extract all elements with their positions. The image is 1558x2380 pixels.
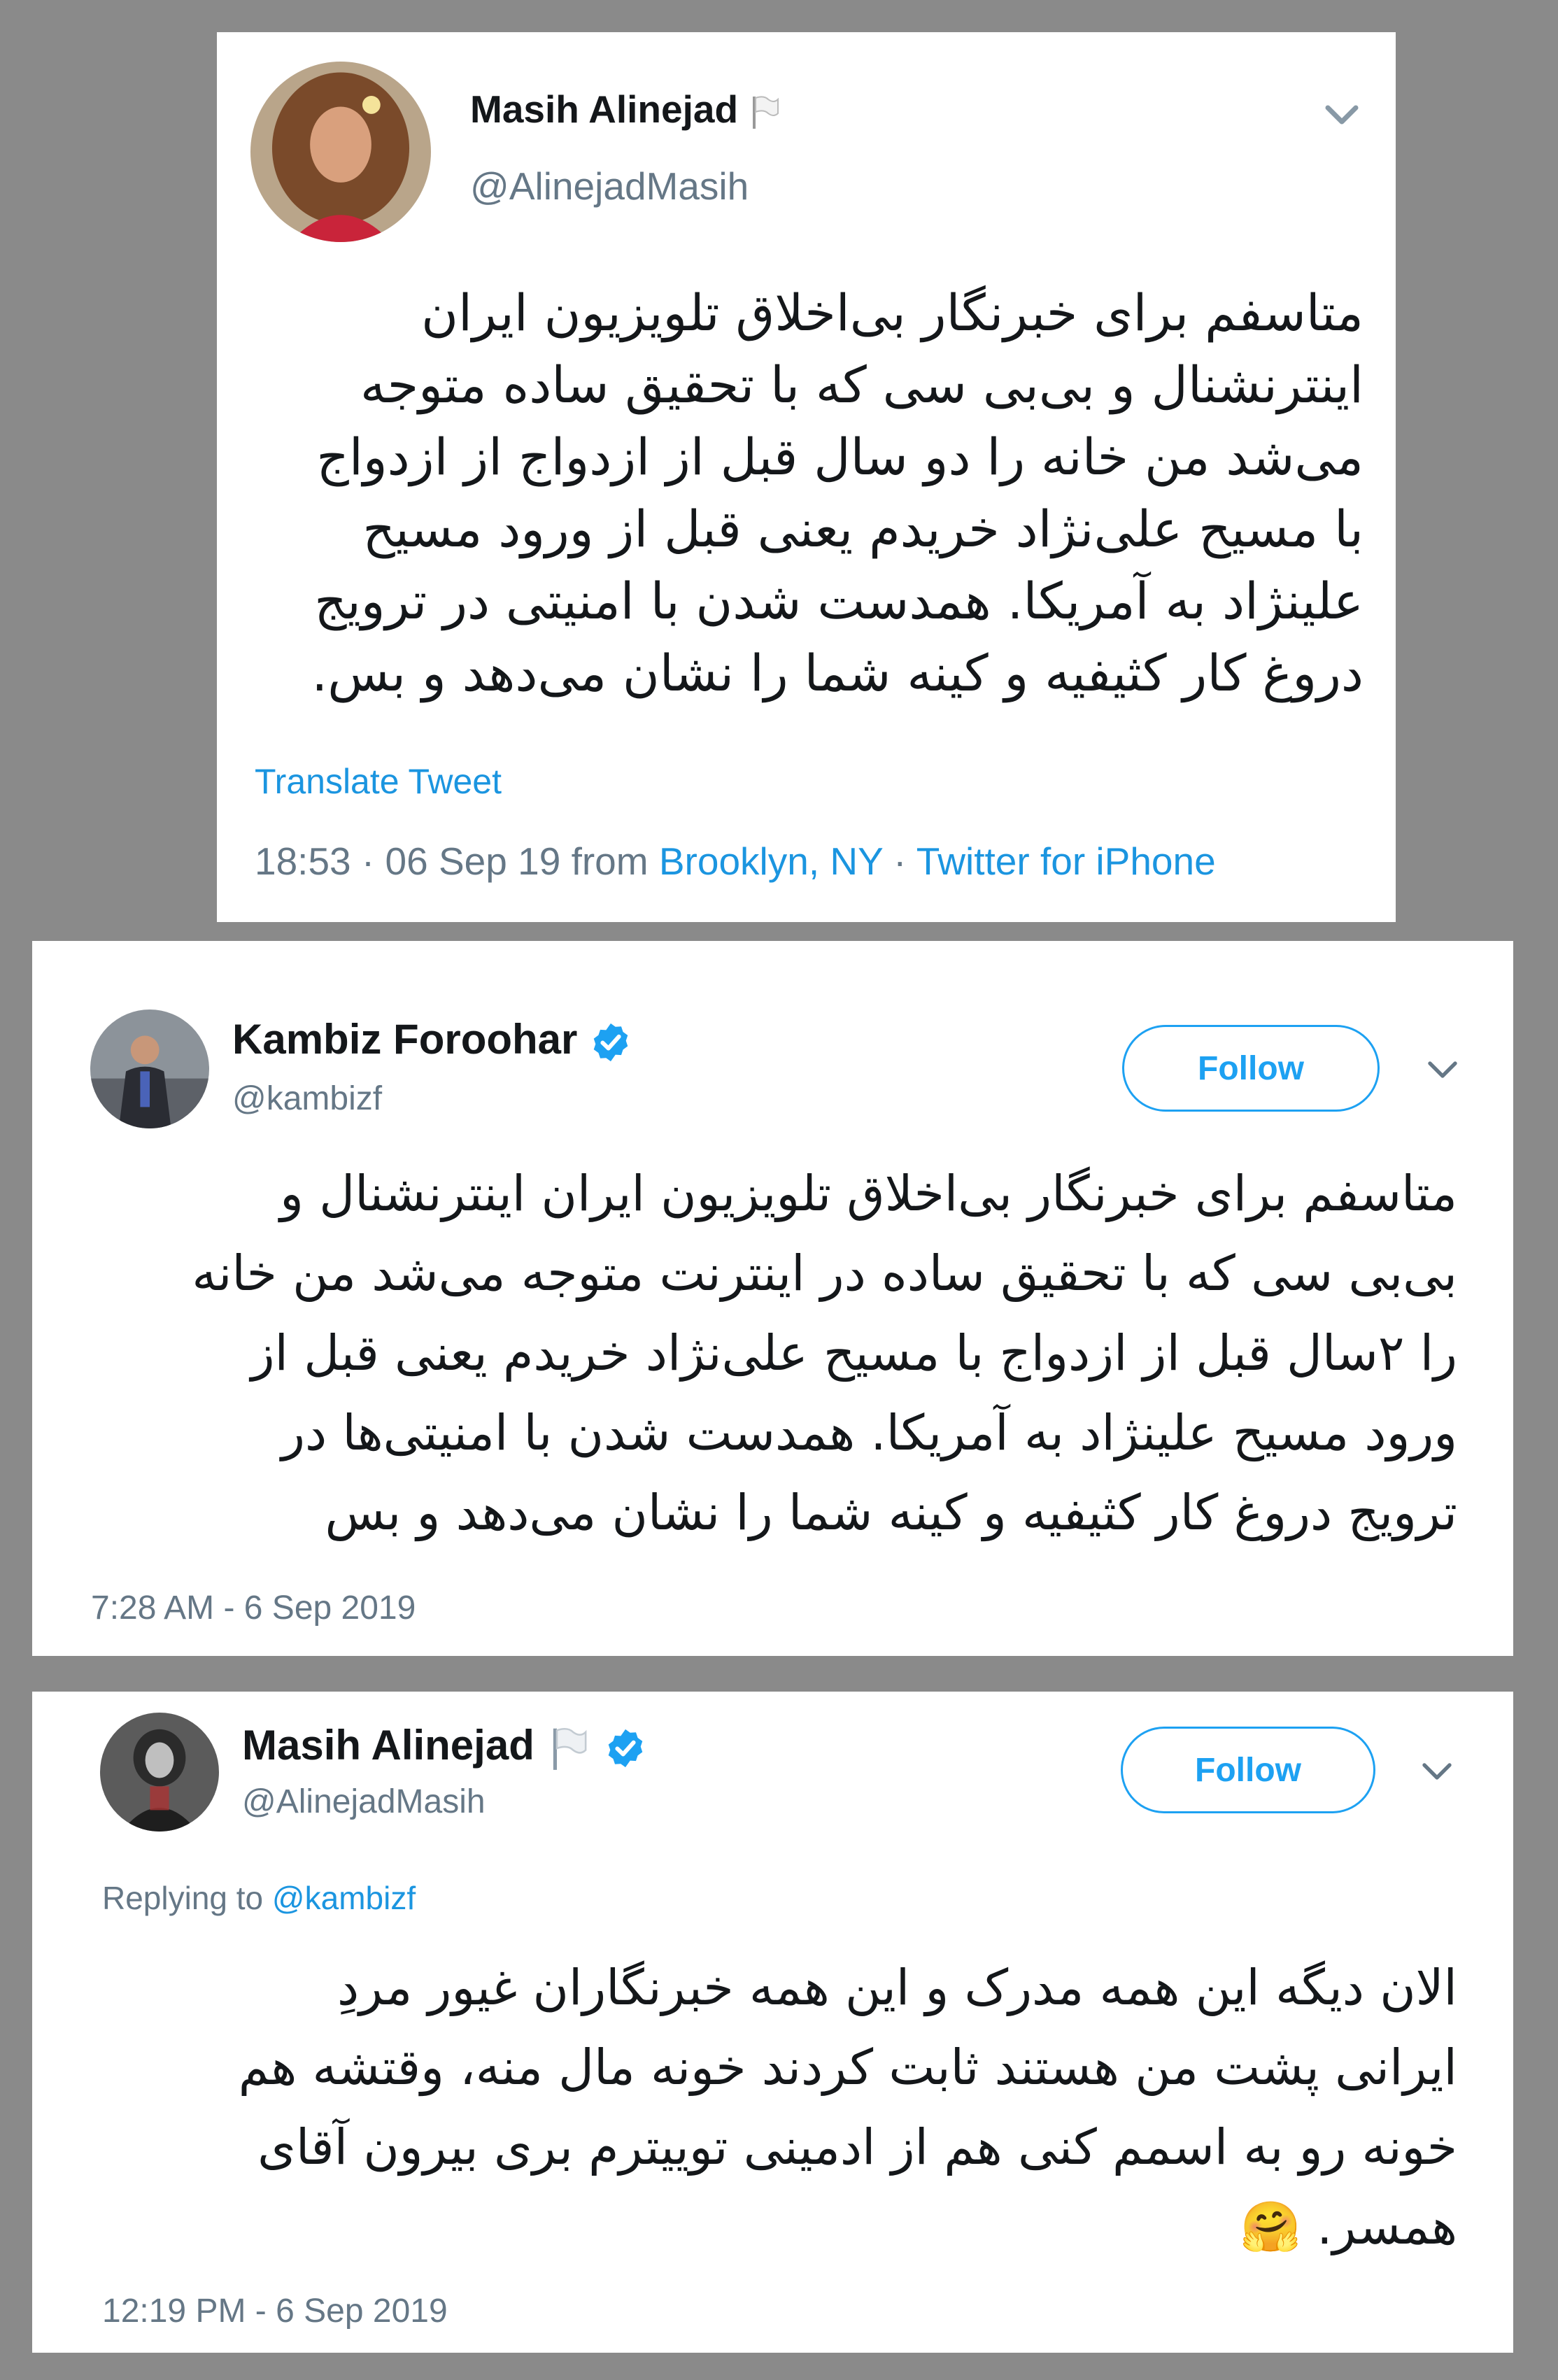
tweet-timestamp[interactable]: 7:28 AM - 6 Sep 2019 — [91, 1589, 416, 1627]
tweet-text-line: با مسیح علی‌نژاد خریدم یعنی قبل از ورود … — [362, 500, 1364, 558]
white-flag-icon — [753, 96, 779, 129]
chevron-down-icon[interactable] — [1424, 1057, 1461, 1082]
tweet-card-1: Masih Alinejad @AlinejadMasih متاسفم برا… — [217, 32, 1396, 922]
tweet-text-line: ترویج دروغ کار کثیفیه و کینه شما را نشان… — [325, 1484, 1457, 1541]
chevron-down-icon[interactable] — [1419, 1759, 1455, 1784]
avatar[interactable] — [250, 62, 431, 242]
follow-button[interactable]: Follow — [1121, 1727, 1375, 1813]
replying-to-label: Replying to — [102, 1880, 272, 1916]
tweet-text-line: متاسفم برای خبرنگار بی‌اخلاق تلویزیون ای… — [280, 1165, 1457, 1222]
tweet-text-line: ورود مسیح علینژاد به آمریکا. همدست شدن ب… — [281, 1404, 1457, 1461]
white-flag-icon — [553, 1728, 586, 1771]
verified-badge-icon — [593, 1023, 628, 1062]
tweet-text-line: را ۲سال قبل از ازدواج با مسیح علی‌نژاد خ… — [250, 1324, 1457, 1382]
avatar[interactable] — [90, 1010, 209, 1128]
tweet-text-line: خونه رو به اسمم کنی هم از ادمینی توییترم… — [257, 2118, 1457, 2176]
author-name-row: Masih Alinejad — [470, 87, 782, 132]
author-name[interactable]: Kambiz Foroohar — [232, 1016, 577, 1063]
tweet-text-line: اینترنشنال و بی‌بی سی که با تحقیق ساده م… — [360, 355, 1364, 414]
author-name[interactable]: Masih Alinejad — [470, 87, 738, 131]
tweet-body: متاسفم برای خبرنگار بی‌اخلاق تلویزیون ای… — [192, 1154, 1457, 1552]
tweet-body: متاسفم برای خبرنگار بی‌اخلاق تلویزیون ای… — [311, 277, 1364, 709]
avatar-photo — [90, 1010, 209, 1128]
chevron-down-icon[interactable] — [1322, 101, 1361, 129]
translate-tweet-link[interactable]: Translate Tweet — [255, 761, 502, 802]
tweet-text-line: الان دیگه این همه مدرک و این همه خبرنگار… — [337, 1959, 1457, 2016]
replying-to-row: Replying to @kambizf — [102, 1879, 416, 1917]
tweet-timestamp: 18:53 · 06 Sep 19 from — [255, 840, 659, 883]
tweet-text-line: علینژاد به آمریکا. همدست شدن با امنیتی د… — [314, 572, 1364, 630]
author-handle[interactable]: @AlinejadMasih — [470, 164, 749, 208]
tweet-text-line: می‌شد من خانه را دو سال قبل از ازدواج از… — [316, 427, 1364, 486]
separator: · — [882, 840, 916, 883]
avatar-photo — [250, 62, 431, 242]
tweet-text-line: بی‌بی سی که با تحقیق ساده در اینترنت متو… — [192, 1245, 1457, 1302]
tweet-card-3: Masih Alinejad @AlinejadMasih Follow Rep… — [32, 1692, 1513, 2353]
author-name-row: Masih Alinejad — [242, 1721, 647, 1773]
author-handle[interactable]: @AlinejadMasih — [242, 1783, 486, 1821]
replying-to-link[interactable]: @kambizf — [272, 1880, 416, 1916]
author-handle[interactable]: @kambizf — [232, 1079, 382, 1118]
avatar-photo — [100, 1713, 219, 1832]
avatar[interactable] — [100, 1713, 219, 1832]
tweet-client-link[interactable]: Twitter for iPhone — [916, 840, 1216, 883]
tweet-timestamp-row: 18:53 · 06 Sep 19 from Brooklyn, NY · Tw… — [255, 839, 1216, 884]
tweet-text-line: همسر. 🤗 — [1240, 2198, 1457, 2255]
tweet-text-line: دروغ کار کثیفیه و کینه شما را نشان می‌ده… — [311, 644, 1364, 702]
author-name[interactable]: Masih Alinejad — [242, 1722, 534, 1769]
tweet-card-2: Kambiz Foroohar @kambizf Follow متاسفم ب… — [32, 941, 1513, 1656]
verified-badge-icon — [608, 1729, 643, 1768]
author-name-row: Kambiz Foroohar — [232, 1015, 632, 1064]
tweet-text-line: ایرانی پشت من هستند ثابت کردند خونه مال … — [238, 2039, 1457, 2096]
tweet-text-line: متاسفم برای خبرنگار بی‌اخلاق تلویزیون ای… — [421, 283, 1364, 342]
follow-button[interactable]: Follow — [1122, 1025, 1380, 1112]
tweet-location-link[interactable]: Brooklyn, NY — [659, 840, 883, 883]
tweet-body: الان دیگه این همه مدرک و این همه خبرنگار… — [239, 1948, 1457, 2267]
tweet-timestamp[interactable]: 12:19 PM - 6 Sep 2019 — [102, 2292, 448, 2330]
